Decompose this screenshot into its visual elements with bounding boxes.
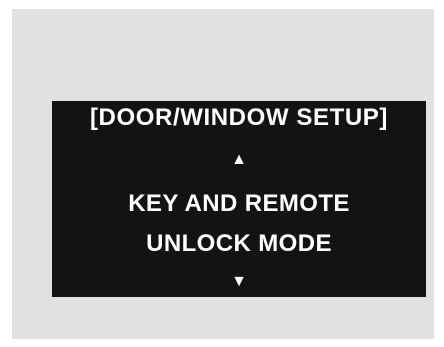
info-display-screen: [DOOR/WINDOW SETUP] ▲ KEY AND REMOTE UNL…	[52, 101, 426, 297]
scroll-up-icon[interactable]: ▲	[52, 151, 426, 169]
display-frame: [DOOR/WINDOW SETUP] ▲ KEY AND REMOTE UNL…	[12, 9, 434, 339]
menu-item-line1[interactable]: KEY AND REMOTE	[52, 189, 426, 219]
scroll-down-icon[interactable]: ▼	[52, 273, 426, 291]
menu-item-line2[interactable]: UNLOCK MODE	[52, 229, 426, 259]
menu-header: [DOOR/WINDOW SETUP]	[89, 104, 389, 131]
